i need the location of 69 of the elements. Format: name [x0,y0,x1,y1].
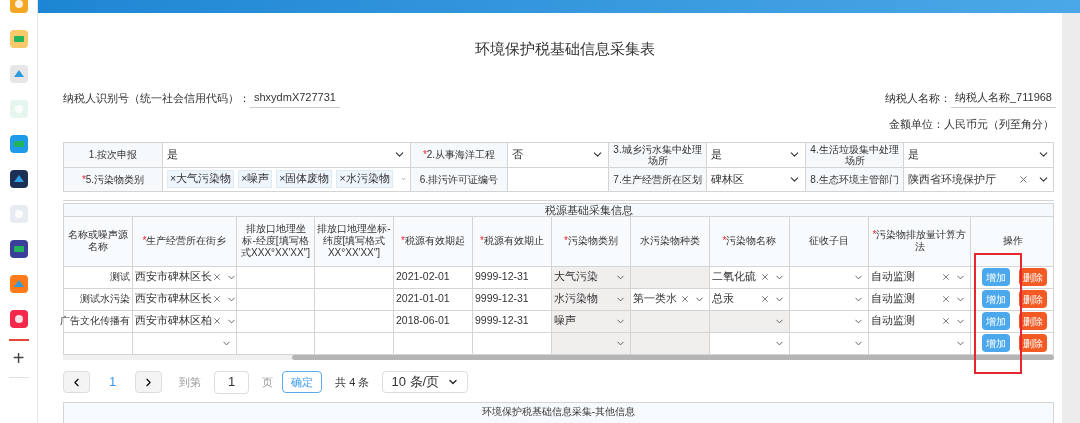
column-header: 征收子目 [809,235,849,247]
tag[interactable]: ×噪声 [238,170,273,188]
goto-label: 到第 [179,374,202,390]
column-header: 排放口地理坐标-经度[填写格式XXX°XX′XX″] [240,223,311,259]
field-label: 3.城乡污水集中处理场所 [609,142,707,167]
table-cell-text: 测试 [109,269,131,284]
column-header: *污染物类别 [564,235,618,247]
clear-icon[interactable] [212,294,222,304]
select-field[interactable]: 是 [908,146,1050,163]
column-header: *生产经营所在街乡 [142,235,227,247]
tag-select-field[interactable]: ×大气污染物 ×噪声 ×固体废物 ×水污染物 [167,170,406,188]
clear-icon[interactable] [212,272,222,282]
page-title: 环境保护税基础信息采集表 [474,39,656,59]
taxpayer-name-field[interactable]: 纳税人名称_711968 [951,88,1056,108]
vertical-scrollbar[interactable] [1062,13,1080,423]
clear-icon[interactable] [760,272,770,282]
column-header: *污染物名称 [722,235,777,247]
column-header: *污染物排放量计算方法 [871,229,968,253]
table-caption: 税源基础采集信息 [64,203,1053,217]
tag[interactable]: ×固体废物 [276,170,333,188]
field-label: 7.生产经营所在区划 [609,167,707,191]
field-label: *2.从事海洋工程 [411,142,508,167]
add-app-button[interactable]: + [12,348,25,368]
table-cell-text: 9999-12-31 [474,291,530,307]
page-size-select[interactable]: 10 条/页 [382,371,469,393]
table-cell-text: 2018-06-01 [395,313,451,329]
horizontal-scrollbar[interactable] [63,354,1054,360]
column-header: 水污染物种类 [640,235,700,247]
clear-icon[interactable] [941,294,951,304]
total-count: 共 4 条 [335,374,370,390]
table-cell-text: 测试水污染 [79,291,131,306]
clear-icon[interactable] [212,316,222,326]
field-label: *5.污染物类别 [64,167,163,191]
select-field[interactable]: 否 [512,146,604,163]
field-label: 8.生态环境主管部门 [806,167,904,191]
table-cell-text: 2021-01-01 [395,291,451,307]
section-title: 环境保护税基础信息采集-其他信息 [481,405,636,418]
field-label: 4.生活垃圾集中处理场所 [806,142,904,167]
table-cell-text: 9999-12-31 [474,269,530,285]
tag[interactable]: ×大气污染物 [167,170,235,188]
app-icon[interactable] [9,240,28,258]
app-icon[interactable] [9,170,28,188]
tag[interactable]: ×水污染物 [336,170,393,188]
previous-page-button[interactable] [63,371,90,393]
clear-icon[interactable] [941,272,951,282]
clear-icon[interactable] [680,294,690,304]
taxpayer-id-field[interactable]: shxydmX727731 [250,88,340,108]
clear-icon[interactable] [1018,173,1029,185]
column-header: 操作 [1002,235,1023,247]
next-page-button[interactable] [135,371,163,393]
field-label: 1.按次申报 [64,142,163,167]
taxpayer-id-label: 纳税人识别号（统一社会信用代码）： [63,91,250,106]
column-header: 名称或噪声源名称 [67,229,129,253]
table-cell-text: 9999-12-31 [474,313,530,329]
field-label: 6.排污许可证编号 [411,167,508,191]
select-field[interactable]: 陕西省环境保护厅 [908,170,1050,188]
taxpayer-name-label: 纳税人名称： [885,91,951,106]
table-cell-text: 2021-02-01 [395,269,451,285]
column-header: *税源有效期止 [480,235,544,247]
column-header: *税源有效期起 [401,235,465,247]
column-header: 排放口地理坐标-纬度[填写格式XX°XX′XX″] [317,223,391,259]
clear-icon[interactable] [941,316,951,326]
select-field[interactable]: 是 [711,146,801,163]
page-unit: 页 [262,374,274,390]
page-input[interactable]: 1 [214,370,250,394]
select-field[interactable]: 是 [167,146,406,163]
currency-note: 金额单位：人民币元（列至角分） [889,117,1054,132]
select-field[interactable]: 碑林区 [711,170,801,188]
clear-icon[interactable] [760,294,770,304]
